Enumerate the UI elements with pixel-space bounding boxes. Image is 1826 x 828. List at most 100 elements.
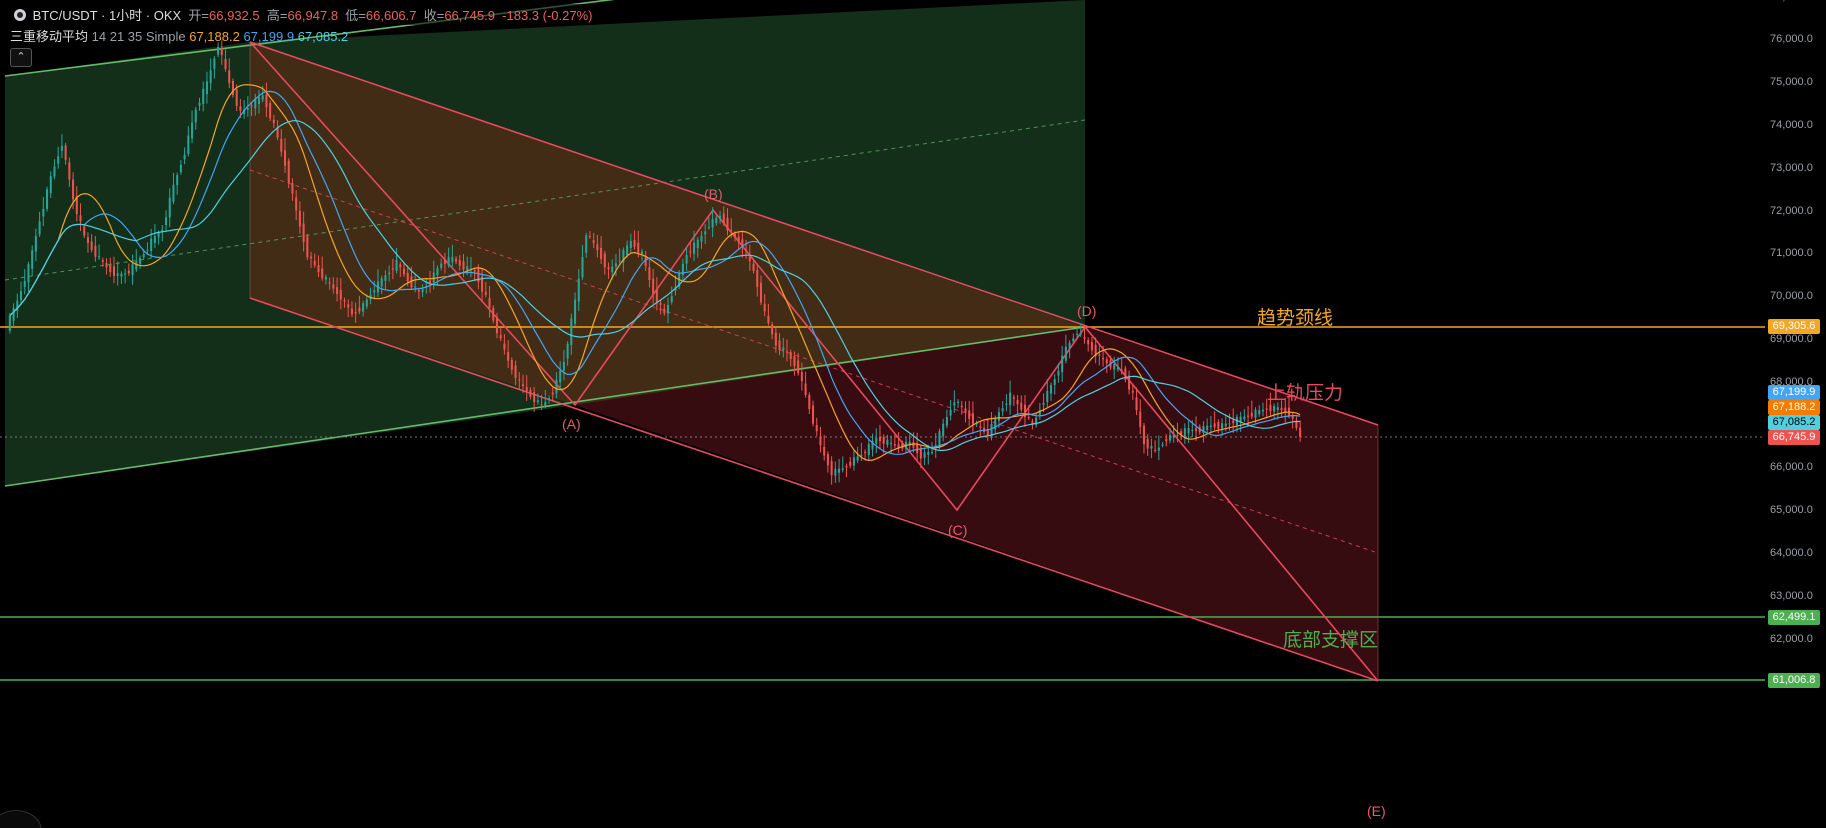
- support-bottom-price-tag: 61,006.8: [1768, 673, 1820, 688]
- candle-body: [172, 184, 175, 202]
- candle-body: [1087, 340, 1090, 345]
- candle-body: [31, 250, 34, 269]
- candle-body: [890, 442, 893, 445]
- price-chart[interactable]: [0, 0, 1826, 828]
- candle-body: [466, 266, 469, 271]
- candle-body: [399, 264, 402, 268]
- high-value: 66,947.8: [287, 8, 339, 23]
- candle-body: [960, 405, 963, 408]
- candle-body: [414, 286, 417, 288]
- candle-body: [841, 468, 844, 470]
- candle-body: [49, 176, 52, 194]
- candle-body: [462, 261, 465, 270]
- candle-body: [715, 217, 718, 224]
- candle-body: [536, 400, 539, 403]
- candle-body: [432, 272, 435, 283]
- candle-body: [8, 315, 11, 331]
- candle-body: [202, 88, 205, 105]
- candle-body: [964, 408, 967, 413]
- candle-body: [726, 217, 729, 231]
- candle-body: [1161, 444, 1164, 446]
- candle-body: [971, 413, 974, 425]
- candle-body: [451, 256, 454, 263]
- candle-body: [696, 239, 699, 249]
- candle-body: [759, 282, 762, 303]
- candle-body: [98, 256, 101, 258]
- candle-body: [878, 436, 881, 442]
- candle-body: [637, 242, 640, 253]
- candle-body: [261, 95, 264, 100]
- candle-body: [176, 175, 179, 186]
- candle-body: [343, 300, 346, 302]
- candle-body: [1168, 435, 1172, 441]
- price-axis-tick: 71,000.0: [1770, 247, 1813, 260]
- candle-body: [72, 179, 75, 200]
- candle-body: [246, 108, 249, 110]
- price-axis-tick: 75,000.0: [1770, 76, 1813, 89]
- candle-body: [648, 267, 651, 281]
- candle-body: [1090, 342, 1093, 351]
- ma1-value: 67,188.2: [189, 29, 240, 44]
- candle-body: [1250, 412, 1253, 417]
- candle-body: [473, 270, 476, 272]
- candle-body: [745, 249, 748, 252]
- symbol-title[interactable]: BTC/USDT · 1小时 · OKX: [33, 8, 182, 23]
- collapse-legend-button[interactable]: ⌃: [10, 48, 32, 67]
- candle-body: [808, 394, 811, 410]
- candle-body: [655, 289, 658, 304]
- candle-body: [124, 273, 127, 275]
- bottom-support-label: 底部支撑区: [1283, 630, 1379, 651]
- price-axis-tick: 77,000.0: [1770, 0, 1813, 3]
- candle-body: [1269, 404, 1272, 412]
- candle-body: [1243, 416, 1246, 420]
- candle-body: [347, 304, 350, 308]
- candle-body: [1068, 342, 1071, 349]
- candle-body: [997, 412, 1000, 421]
- chart-area[interactable]: BTC/USDT · 1小时 · OKX 开=66,932.5 高=66,947…: [0, 0, 1826, 828]
- candle-body: [812, 405, 815, 424]
- candle-body: [27, 264, 30, 283]
- candle-body: [38, 221, 41, 235]
- candle-body: [893, 444, 896, 446]
- candle-body: [19, 291, 23, 300]
- chevron-up-icon: ⌃: [16, 51, 26, 63]
- candle-body: [358, 307, 361, 312]
- candle-body: [507, 352, 510, 361]
- candle-body: [388, 272, 391, 275]
- price-axis-tick: 74,000.0: [1770, 119, 1813, 131]
- close-value: 66,745.9: [444, 8, 495, 23]
- candle-body: [711, 219, 714, 228]
- candle-body: [562, 361, 565, 371]
- candle-body: [797, 360, 800, 373]
- candle-body: [1224, 423, 1227, 427]
- candle-body: [421, 289, 424, 293]
- candle-body: [127, 270, 130, 274]
- candle-body: [789, 352, 792, 360]
- candle-body: [395, 259, 398, 271]
- candle-body: [1191, 429, 1194, 431]
- candle-body: [588, 235, 591, 237]
- high-label: 高=: [266, 8, 288, 23]
- candle-body: [1228, 423, 1231, 425]
- price-axis-tick: 69,000.0: [1770, 333, 1813, 345]
- candle-body: [165, 217, 168, 225]
- candle-body: [209, 70, 212, 84]
- indicator-params: 14 21 35 Simple: [91, 29, 186, 44]
- candle-body: [529, 389, 532, 397]
- candle-body: [1005, 403, 1008, 405]
- last-price-tag: 66,745.9: [1768, 430, 1820, 445]
- candle-body: [1213, 423, 1216, 428]
- low-label: 低=: [345, 8, 366, 23]
- candle-body: [492, 307, 495, 321]
- candle-body: [1295, 421, 1298, 428]
- candle-body: [116, 273, 119, 276]
- candle-body: [785, 351, 789, 353]
- candle-body: [257, 97, 261, 104]
- candle-body: [79, 215, 82, 222]
- candle-body: [302, 223, 305, 242]
- candle-body: [1105, 359, 1108, 364]
- candle-body: [1146, 438, 1149, 449]
- candle-body: [752, 263, 755, 271]
- candle-body: [737, 236, 740, 243]
- indicator-legend[interactable]: 三重移动平均 14 21 35 Simple 67,188.2 67,199.9…: [10, 26, 348, 45]
